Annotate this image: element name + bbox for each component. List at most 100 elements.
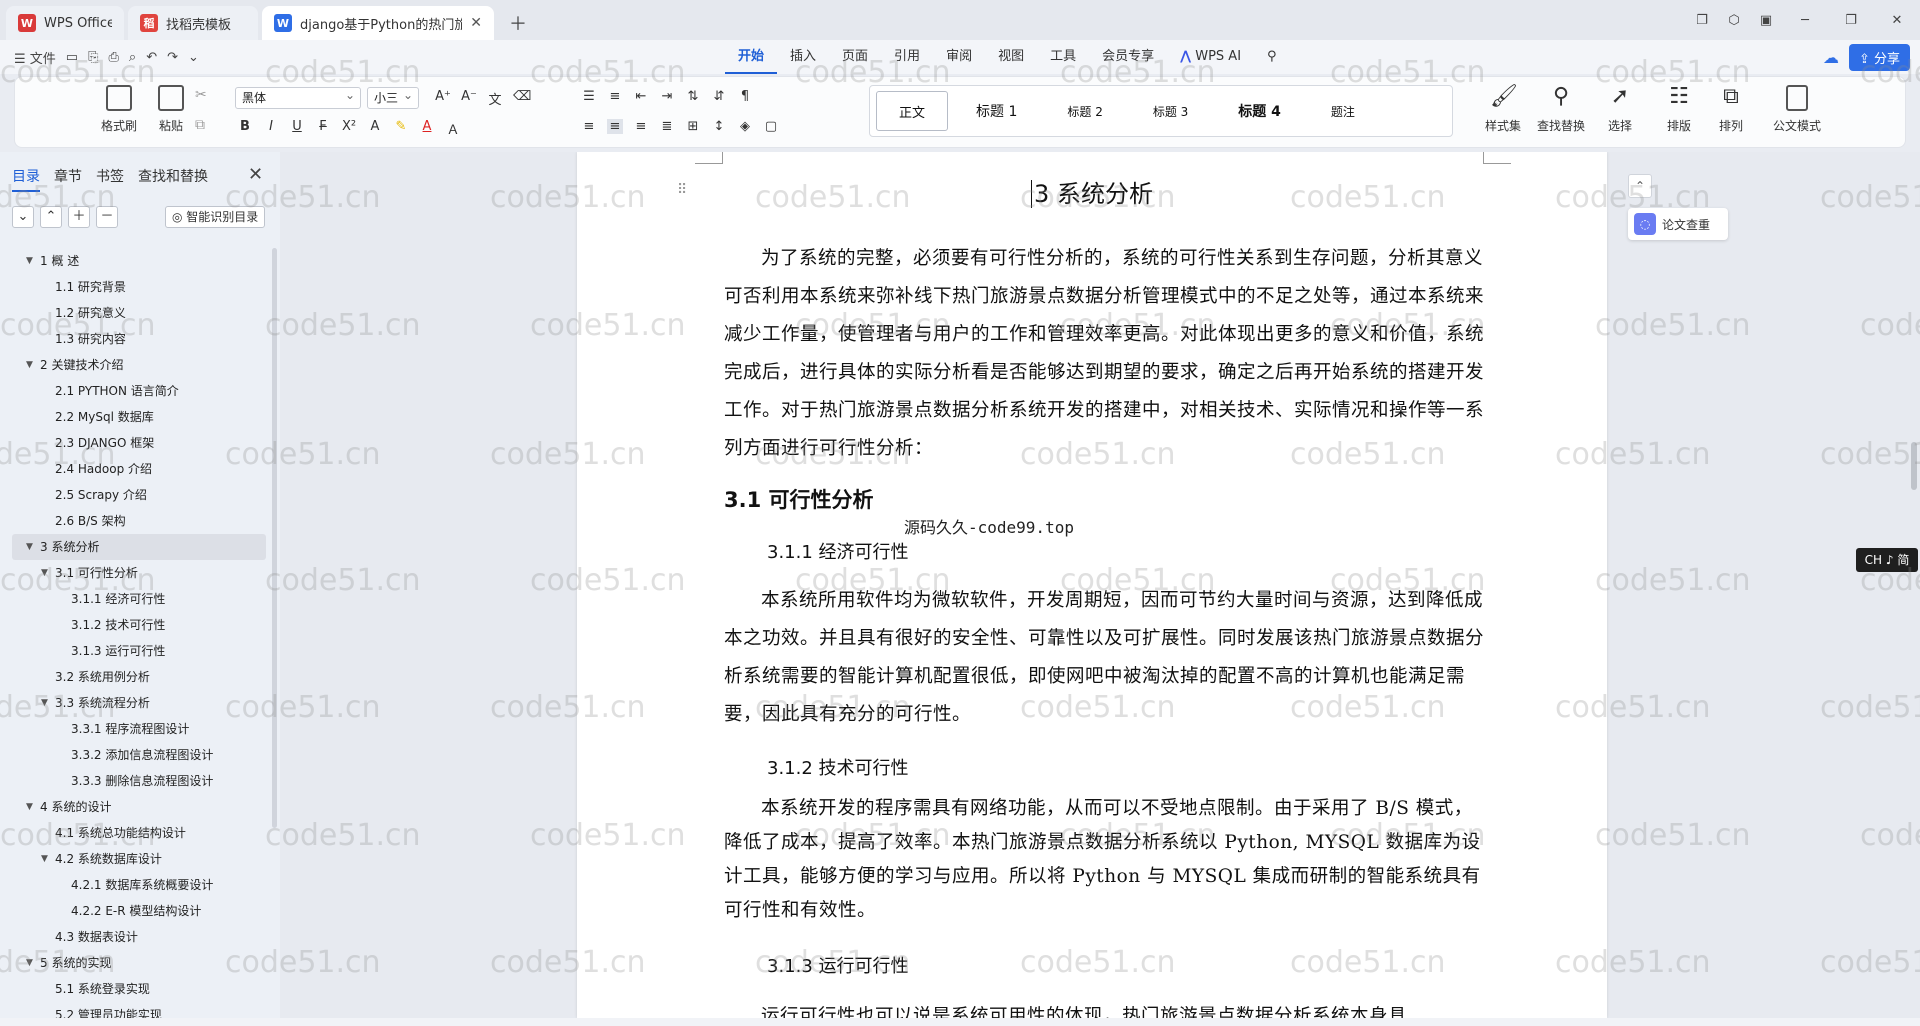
format-brush-button[interactable]: 格式刷	[97, 85, 141, 134]
print-icon[interactable]: ⎙	[109, 50, 119, 65]
distributed-icon[interactable]: ⊞	[685, 119, 701, 134]
font-name-select[interactable]: 黑体	[235, 85, 361, 109]
toc-item[interactable]: 3.3.2 添加信息流程图设计	[0, 742, 272, 768]
toc-item[interactable]: 3.1.2 技术可行性	[0, 612, 272, 638]
more-icon[interactable]: ⌄	[188, 50, 199, 65]
italic-icon[interactable]: I	[263, 119, 279, 138]
close-window-button[interactable]: ✕	[1874, 13, 1920, 28]
scroll-thumb[interactable]	[1911, 442, 1917, 490]
export-icon[interactable]: ⎘	[88, 50, 98, 65]
style-set-button[interactable]: 🖌 样式集	[1477, 85, 1529, 134]
expand-arrow-icon[interactable]: ▼	[41, 690, 48, 716]
style-heading-3[interactable]: 标题 3	[1131, 91, 1210, 131]
wps-ai-button[interactable]: ⋀ WPS AI	[1167, 40, 1254, 74]
toc-item[interactable]: 4.2.2 E-R 模型结构设计	[0, 898, 272, 924]
arrange-button[interactable]: ⧉ 排列	[1709, 85, 1753, 134]
toc-item[interactable]: ▼ 2 关键技术介绍	[0, 352, 272, 378]
tab-insert[interactable]: 插入	[777, 40, 829, 74]
tab-member[interactable]: 会员专享	[1089, 40, 1167, 74]
sort-icon[interactable]: ⇵	[711, 89, 727, 104]
expand-arrow-icon[interactable]: ▼	[26, 950, 33, 976]
toc-item[interactable]: 3.1.1 经济可行性	[0, 586, 272, 612]
find-replace-button[interactable]: ⚲ 查找替换	[1531, 85, 1591, 134]
shrink-font-icon[interactable]: A⁻	[461, 89, 477, 108]
close-tab-icon[interactable]: ✕	[470, 15, 482, 31]
collapse-icon[interactable]: ⌄	[12, 206, 34, 228]
toc-item[interactable]: 4.3 数据表设计	[0, 924, 272, 950]
tab-chapters[interactable]: 章节	[54, 166, 82, 192]
tab-home[interactable]: 开始	[725, 40, 778, 74]
toc-item[interactable]: 2.5 Scrapy 介绍	[0, 482, 272, 508]
bold-icon[interactable]: B	[237, 119, 253, 138]
remove-heading-icon[interactable]: －	[96, 206, 118, 228]
toc-item[interactable]: 2.1 PYTHON 语言简介	[0, 378, 272, 404]
toc-item[interactable]: 2.4 Hadoop 介绍	[0, 456, 272, 482]
text-effect-icon[interactable]: A	[367, 119, 383, 138]
cube-icon[interactable]: ⬡	[1718, 13, 1750, 28]
superscript-icon[interactable]: X²	[341, 119, 357, 138]
font-size-select[interactable]: 小三	[367, 85, 419, 109]
numbered-list-icon[interactable]: ≡	[607, 89, 623, 104]
copy-icon[interactable]: ⧉	[195, 117, 205, 133]
collapse-side-icon[interactable]: ⌃	[1628, 174, 1652, 198]
minimize-button[interactable]: ─	[1782, 13, 1828, 28]
grow-font-icon[interactable]: A⁺	[435, 89, 451, 108]
shading-icon[interactable]: ◈	[737, 119, 753, 134]
tab-tools[interactable]: 工具	[1037, 40, 1089, 74]
toc-item[interactable]: 2.3 DJANGO 框架	[0, 430, 272, 456]
redo-icon[interactable]: ↷	[167, 50, 178, 65]
close-pane-icon[interactable]: ✕	[248, 164, 263, 185]
cloud-upload-icon[interactable]: ☁	[1823, 48, 1839, 67]
toc-item[interactable]: 3.3.3 删除信息流程图设计	[0, 768, 272, 794]
tab-toc[interactable]: 目录	[12, 166, 40, 192]
bullet-list-icon[interactable]: ☰	[581, 89, 597, 104]
save-icon[interactable]: ▭	[66, 50, 78, 65]
official-mode-button[interactable]: 公文模式	[1767, 85, 1827, 134]
undo-icon[interactable]: ↶	[146, 50, 157, 65]
tab-page[interactable]: 页面	[829, 40, 881, 74]
tab-references[interactable]: 引用	[881, 40, 933, 74]
align-left-icon[interactable]: ≡	[581, 119, 597, 134]
tile-icon[interactable]: ❐	[1686, 13, 1718, 28]
layout-button[interactable]: ☷ 排版	[1657, 85, 1701, 134]
align-center-icon[interactable]: ≡	[607, 119, 623, 134]
share-button[interactable]: ⇪ 分享	[1848, 44, 1910, 71]
search-icon[interactable]: ⚲	[1254, 40, 1290, 74]
restore-button[interactable]: ❐	[1828, 13, 1874, 28]
style-caption[interactable]: 题注	[1309, 91, 1377, 131]
toc-item[interactable]: ▼ 1 概 述	[0, 248, 272, 274]
expand-arrow-icon[interactable]: ▼	[26, 794, 33, 820]
expand-arrow-icon[interactable]: ▼	[26, 248, 33, 274]
toc-item[interactable]: ▼ 3.1 可行性分析	[0, 560, 272, 586]
tab-find-replace[interactable]: 查找和替换	[138, 166, 208, 192]
increase-indent-icon[interactable]: ⇥	[659, 89, 675, 104]
strikethrough-icon[interactable]: F	[315, 119, 331, 138]
style-heading-2[interactable]: 标题 2	[1045, 91, 1124, 131]
toc-item[interactable]: 5.1 系统登录实现	[0, 976, 272, 1002]
toc-item[interactable]: ▼ 4.2 系统数据库设计	[0, 846, 272, 872]
toc-item[interactable]: 3.2 系统用例分析	[0, 664, 272, 690]
expand-arrow-icon[interactable]: ▼	[41, 846, 48, 872]
char-shading-icon[interactable]: Ａ	[445, 119, 461, 138]
toc-item[interactable]: 3.3.1 程序流程图设计	[0, 716, 272, 742]
document-scrollbar[interactable]	[1908, 152, 1920, 1018]
toc-item[interactable]: 4.2.1 数据库系统概要设计	[0, 872, 272, 898]
toc-item[interactable]: ▼ 5 系统的实现	[0, 950, 272, 976]
style-normal[interactable]: 正文	[876, 91, 949, 131]
expand-icon[interactable]: ⌃	[40, 206, 62, 228]
font-color-icon[interactable]: A	[419, 119, 435, 138]
toc-scrollbar[interactable]	[272, 248, 277, 828]
style-heading-1[interactable]: 标题 1	[954, 91, 1039, 131]
toc-item[interactable]: ▼ 3.3 系统流程分析	[0, 690, 272, 716]
paste-button[interactable]: 粘贴	[149, 85, 193, 134]
toc-item[interactable]: 1.3 研究内容	[0, 326, 272, 352]
print-preview-icon[interactable]: ⌕	[129, 50, 136, 65]
tab-wps-office[interactable]: W WPS Office	[6, 6, 124, 40]
expand-arrow-icon[interactable]: ▼	[26, 352, 33, 378]
tab-document[interactable]: W django基于Python的热门旅 ✕	[262, 6, 494, 40]
toc-item[interactable]: 3.1.3 运行可行性	[0, 638, 272, 664]
toc-item[interactable]: ▼ 4 系统的设计	[0, 794, 272, 820]
show-marks-icon[interactable]: ¶	[737, 89, 753, 104]
document-page[interactable]: ⠿ 3 系统分析 为了系统的完整，必须要有可行性分析的，系统的可行性关系到生存问…	[577, 152, 1607, 1018]
highlight-icon[interactable]: ✎	[393, 119, 409, 138]
